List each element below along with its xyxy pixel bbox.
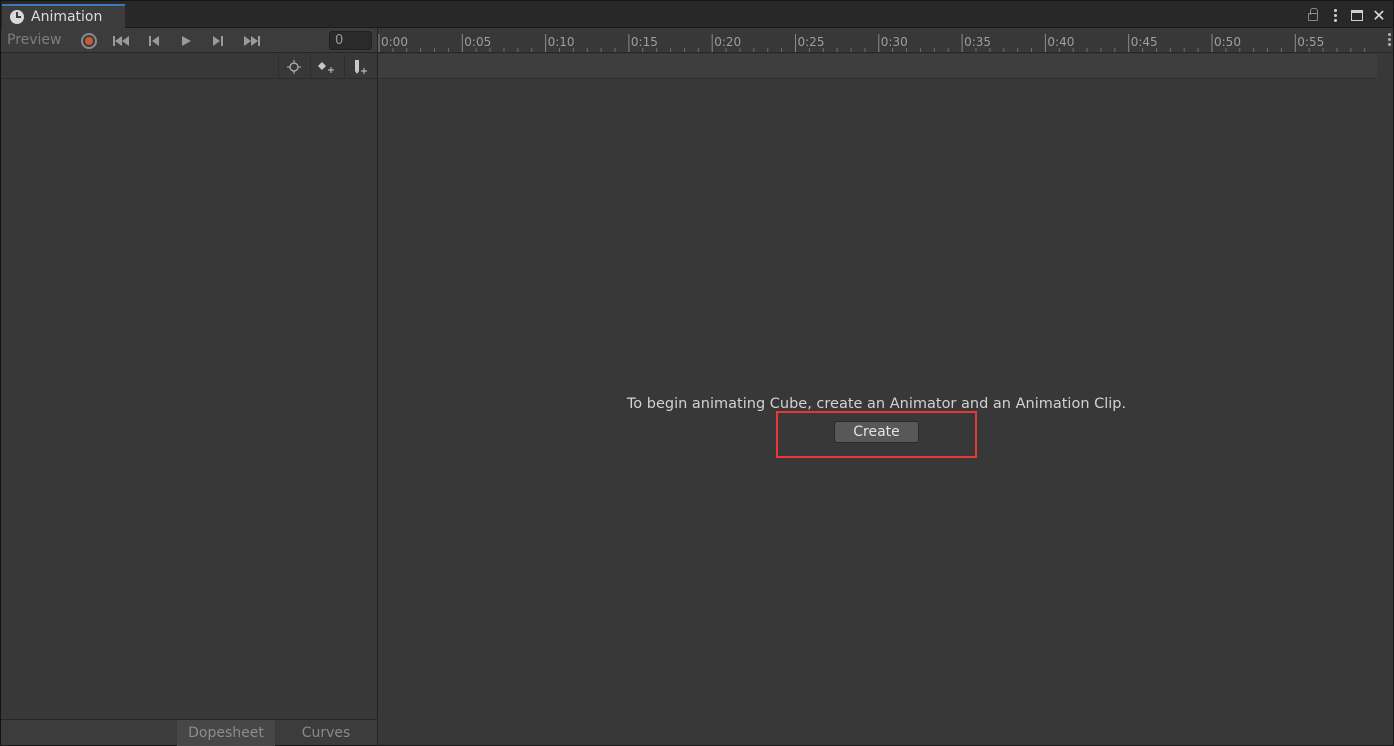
add-event-button[interactable]	[344, 54, 374, 79]
lock-button[interactable]	[1305, 6, 1321, 24]
last-keyframe-button[interactable]	[236, 28, 268, 53]
ruler-tick-label: 0:00	[381, 35, 408, 49]
skip-to-start-icon	[113, 35, 129, 46]
record-icon	[81, 32, 97, 49]
current-frame-field[interactable]: 0	[329, 31, 372, 50]
add-keyframe-icon	[317, 61, 334, 73]
previous-keyframe-button[interactable]	[138, 28, 170, 53]
close-icon: ✕	[1372, 5, 1386, 25]
step-forward-icon	[213, 35, 223, 46]
maximize-button[interactable]	[1349, 6, 1365, 24]
ruler-tick-label: 0:20	[714, 35, 741, 49]
filter-by-selection-button[interactable]	[278, 54, 308, 79]
skip-to-end-icon	[244, 35, 260, 46]
next-keyframe-button[interactable]	[202, 28, 234, 53]
close-button[interactable]: ✕	[1371, 5, 1387, 25]
add-event-icon	[354, 59, 367, 74]
property-toolbar	[1, 54, 377, 79]
ruler-tick-label: 0:50	[1214, 35, 1241, 49]
ruler-tick-label: 0:15	[631, 35, 658, 49]
event-track[interactable]	[378, 54, 1377, 79]
timeline-ruler[interactable]: 0:00 0:05 0:10 0:15 0:20 0:25 0:30 0:35 0:40 0:45…	[378, 28, 1393, 53]
crosshair-icon	[286, 59, 301, 74]
window-menu-button[interactable]	[1327, 6, 1343, 24]
kebab-menu-icon	[1333, 8, 1337, 22]
ruler-tick-label: 0:40	[1047, 35, 1074, 49]
ruler-tick-label: 0:10	[548, 35, 575, 49]
dopesheet-area: To begin animating Cube, create an Anima…	[378, 80, 1393, 745]
ruler-ticks: 0:00 0:05 0:10 0:15 0:20 0:25 0:30 0:35 0:40 0:45…	[378, 34, 1366, 52]
first-keyframe-button[interactable]	[105, 28, 137, 53]
create-button[interactable]: Create	[834, 421, 919, 443]
ruler-tick-label: 0:55	[1297, 35, 1324, 49]
ruler-tick-label: 0:25	[798, 35, 825, 49]
playback-toolbar: Preview 0	[1, 28, 377, 53]
ruler-menu-icon[interactable]	[1388, 33, 1391, 46]
ruler-tick-label: 0:05	[464, 35, 491, 49]
tab-dopesheet[interactable]: Dopesheet	[177, 720, 275, 746]
play-button[interactable]	[170, 28, 202, 53]
lock-icon	[1308, 8, 1318, 21]
clock-icon	[10, 10, 24, 24]
view-mode-tabs: Dopesheet Curves	[1, 719, 377, 746]
empty-state-message: To begin animating Cube, create an Anima…	[626, 396, 1127, 412]
ruler-tick-label: 0:30	[881, 35, 908, 49]
tab-curves[interactable]: Curves	[277, 720, 375, 746]
record-button[interactable]	[73, 28, 105, 53]
ruler-tick-label: 0:45	[1131, 35, 1158, 49]
tab-title: Animation	[31, 9, 103, 25]
animation-window: Animation ✕ Preview 0 0:00 0:05 0:10 0:1…	[0, 0, 1394, 746]
preview-toggle[interactable]: Preview	[1, 28, 71, 53]
tab-animation[interactable]: Animation	[2, 4, 125, 28]
play-icon	[182, 35, 191, 46]
window-tab-bar: Animation ✕	[1, 1, 1393, 28]
add-keyframe-button[interactable]	[310, 54, 340, 79]
maximize-icon	[1351, 9, 1363, 21]
ruler-tick-label: 0:35	[964, 35, 991, 49]
step-back-icon	[149, 35, 159, 46]
window-controls: ✕	[1305, 5, 1387, 25]
property-list-pane	[1, 80, 377, 718]
